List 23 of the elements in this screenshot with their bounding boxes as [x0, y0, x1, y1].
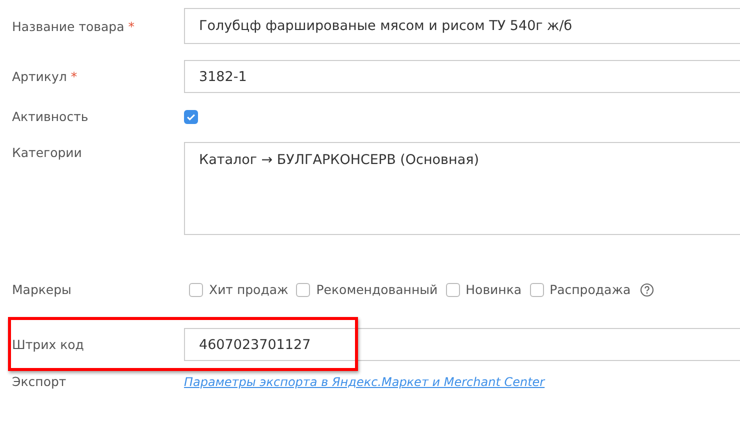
text-field[interactable]: 4607023701127: [184, 328, 740, 361]
required-mark: *: [128, 18, 134, 34]
text-field[interactable]: Голубцф фаршированые мясом и рисом ТУ 540г ж/б: [184, 8, 740, 44]
checkbox-label: Рекомендованный: [316, 282, 438, 297]
field-label: Экспорт: [12, 374, 66, 389]
checkbox[interactable]: [530, 282, 544, 296]
text-field[interactable]: 3182-1: [184, 60, 740, 93]
checkbox[interactable]: [296, 282, 310, 296]
field-label: Артикул: [12, 69, 67, 84]
category-field[interactable]: Каталог → БУЛГАРКОНСЕРВ (Основная): [184, 142, 740, 235]
checkbox[interactable]: [189, 282, 203, 296]
help-icon[interactable]: [640, 282, 654, 296]
checkbox-label: Распродажа: [550, 282, 631, 297]
checkbox[interactable]: [446, 282, 460, 296]
checkbox-label: Новинка: [466, 282, 522, 297]
field-label: Категории: [12, 145, 82, 160]
field-label: Активность: [12, 108, 88, 124]
required-mark: *: [70, 69, 78, 84]
field-label: Название товара: [12, 18, 124, 34]
checkbox-label: Хит продаж: [209, 282, 288, 297]
field-label: Штрих код: [12, 337, 84, 352]
field-label: Маркеры: [12, 282, 72, 297]
checkbox[interactable]: [184, 110, 198, 124]
